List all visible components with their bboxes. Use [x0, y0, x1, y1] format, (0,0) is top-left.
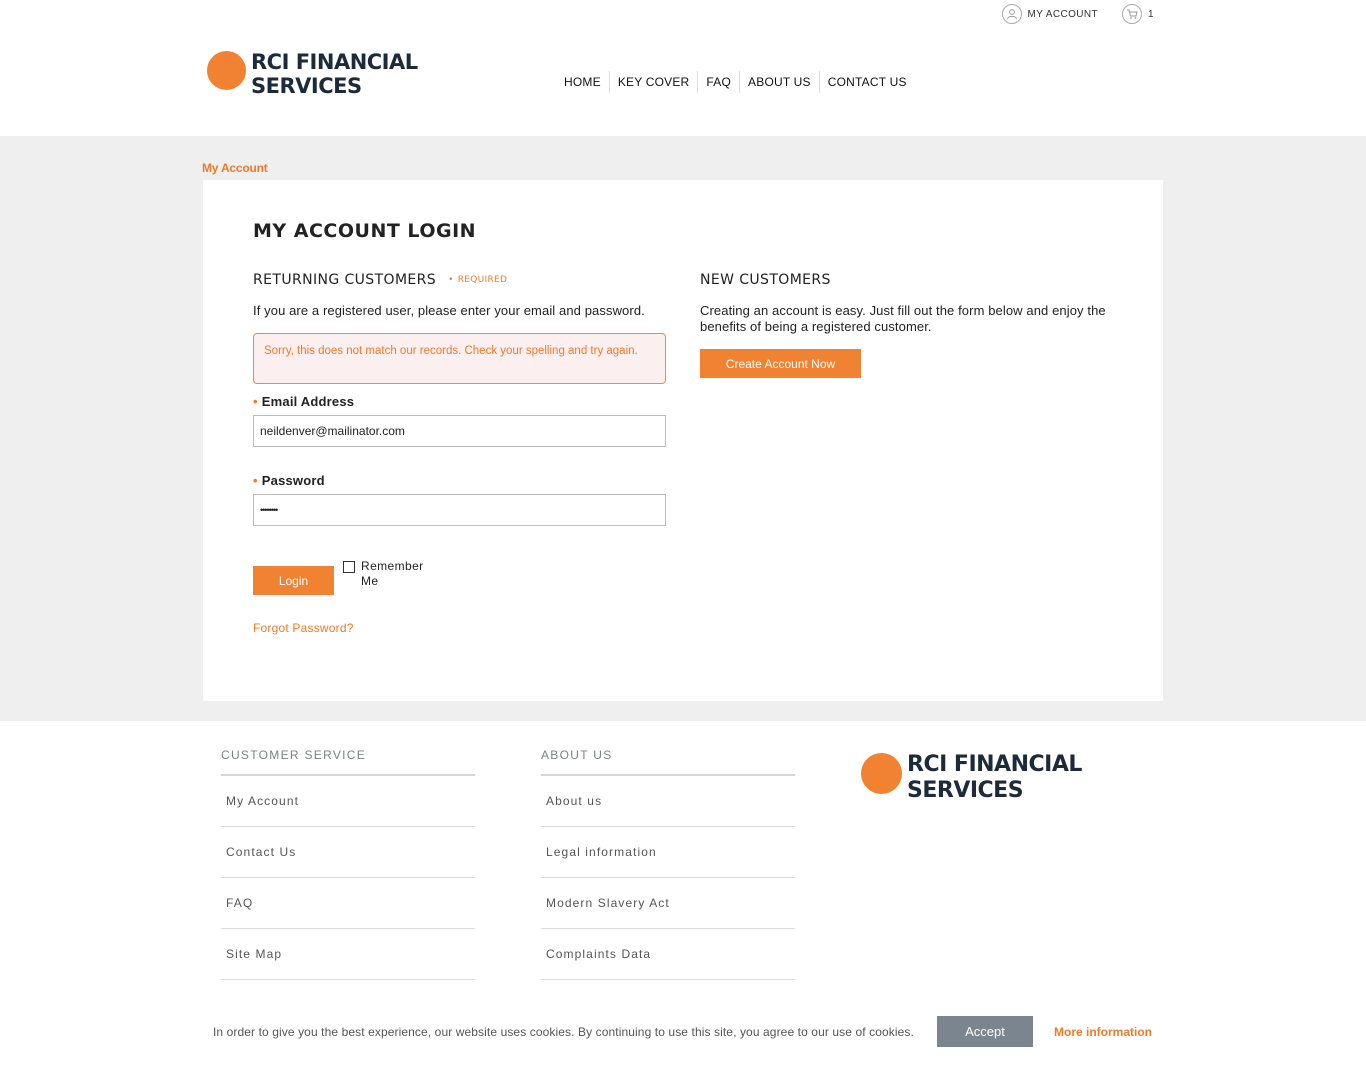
footer-about-us-title: ABOUT US — [541, 748, 795, 776]
cookie-accept-button[interactable]: Accept — [937, 1016, 1033, 1047]
returning-intro: If you are a registered user, please ent… — [253, 303, 645, 318]
main-nav: HOME KEY COVER FAQ ABOUT US CONTACT US — [556, 71, 915, 93]
footer-link-contact-us[interactable]: Contact Us — [221, 827, 475, 878]
footer-customer-service: CUSTOMER SERVICE My Account Contact Us F… — [221, 748, 475, 980]
footer-link-complaints-data[interactable]: Complaints Data — [541, 929, 795, 980]
footer-logo-circle — [861, 753, 902, 794]
password-label-text: Password — [261, 473, 325, 488]
cart-link[interactable]: 1 — [1122, 4, 1154, 24]
my-account-link[interactable]: MY ACCOUNT — [1001, 4, 1099, 24]
required-note: REQUIRED — [448, 275, 507, 285]
user-icon — [1001, 4, 1022, 24]
email-label: • Email Address — [253, 394, 666, 409]
footer-link-legal-information[interactable]: Legal information — [541, 827, 795, 878]
logo-text: RCI FINANCIAL SERVICES — [251, 50, 418, 98]
nav-about-us[interactable]: ABOUT US — [739, 71, 819, 93]
nav-contact-us[interactable]: CONTACT US — [818, 71, 915, 93]
page-title: MY ACCOUNT LOGIN — [253, 220, 477, 242]
site-logo[interactable]: RCI FINANCIAL SERVICES — [207, 50, 418, 98]
new-customers-title: NEW CUSTOMERS — [700, 272, 831, 288]
login-panel: MY ACCOUNT LOGIN RETURNING CUSTOMERS REQ… — [203, 180, 1163, 701]
footer-about-us: ABOUT US About us Legal information Mode… — [541, 748, 795, 980]
cookie-text: In order to give you the best experience… — [213, 1025, 914, 1039]
nav-key-cover[interactable]: KEY COVER — [608, 71, 698, 93]
login-button[interactable]: Login — [253, 566, 334, 595]
password-field[interactable]: •••••••• — [253, 494, 666, 526]
required-dot: • — [253, 473, 258, 488]
footer-link-my-account[interactable]: My Account — [221, 776, 475, 827]
footer-link-about-us[interactable]: About us — [541, 776, 795, 827]
cart-count: 1 — [1148, 8, 1154, 20]
new-customers-section: NEW CUSTOMERS Creating an account is eas… — [700, 272, 1120, 378]
create-account-button[interactable]: Create Account Now — [700, 349, 861, 378]
breadcrumb[interactable]: My Account — [202, 161, 268, 175]
new-customers-intro: Creating an account is easy. Just fill o… — [700, 303, 1106, 334]
footer-link-site-map[interactable]: Site Map — [221, 929, 475, 980]
password-label: • Password — [253, 473, 666, 488]
cookie-banner: In order to give you the best experience… — [0, 1011, 1366, 1051]
remember-me[interactable]: Remember Me — [343, 559, 431, 589]
footer-link-modern-slavery-act[interactable]: Modern Slavery Act — [541, 878, 795, 929]
footer-link-faq[interactable]: FAQ — [221, 878, 475, 929]
returning-customers-section: RETURNING CUSTOMERS REQUIRED If you are … — [253, 272, 666, 635]
required-dot: • — [253, 394, 258, 409]
my-account-label: MY ACCOUNT — [1027, 8, 1099, 20]
footer-customer-service-title: CUSTOMER SERVICE — [221, 748, 475, 776]
email-label-text: Email Address — [261, 394, 355, 409]
logo-line-1: RCI FINANCIAL — [251, 50, 418, 74]
returning-customers-heading: RETURNING CUSTOMERS REQUIRED — [253, 272, 666, 288]
nav-faq[interactable]: FAQ — [697, 71, 739, 93]
remember-me-checkbox[interactable] — [343, 561, 355, 573]
cart-icon — [1122, 4, 1143, 24]
login-row: Login Remember Me — [253, 559, 666, 595]
nav-home[interactable]: HOME — [556, 71, 609, 93]
remember-me-label: Remember Me — [361, 559, 424, 588]
logo-circle — [207, 51, 246, 90]
footer-logo-text: RCI FINANCIAL SERVICES — [907, 752, 1082, 804]
email-field[interactable]: neildenver@mailinator.com — [253, 415, 666, 447]
error-message: Sorry, this does not match our records. … — [253, 333, 666, 384]
footer-logo-line-2: SERVICES — [907, 778, 1024, 803]
cookie-more-information-link[interactable]: More information — [1054, 1025, 1152, 1039]
logo-line-2: SERVICES — [251, 74, 362, 98]
forgot-password-link[interactable]: Forgot Password? — [253, 621, 666, 635]
footer-logo-line-1: RCI FINANCIAL — [907, 752, 1082, 777]
returning-customers-title: RETURNING CUSTOMERS — [253, 272, 437, 288]
site-header: MY ACCOUNT 1 RCI FINANCIAL SERVICES HOME… — [0, 0, 1366, 136]
utility-bar: MY ACCOUNT 1 — [1001, 4, 1154, 24]
footer-logo[interactable]: RCI FINANCIAL SERVICES — [861, 752, 1082, 804]
